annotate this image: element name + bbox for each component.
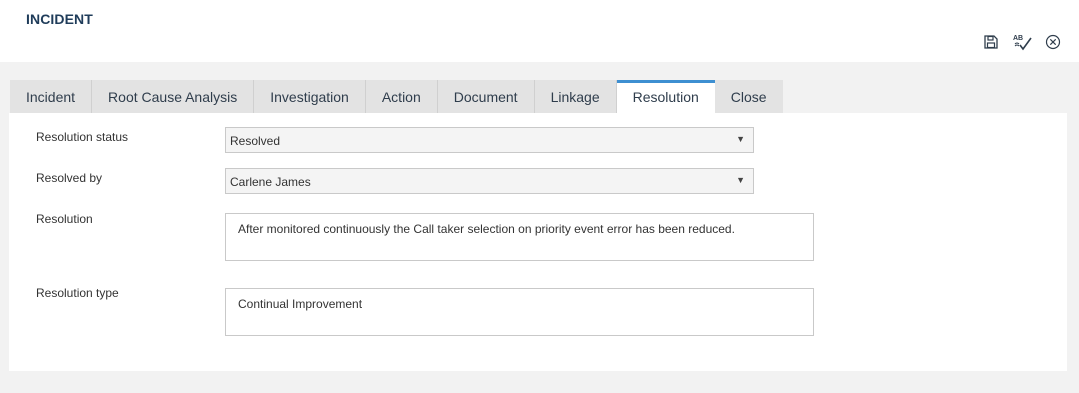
resolution-status-select[interactable]: Resolved ▼ [225, 127, 754, 153]
spellcheck-button[interactable]: AB [1012, 33, 1032, 51]
resolution-status-value: Resolved [230, 134, 281, 148]
resolution-form-panel: Resolution status Resolved ▼ Resolved by… [9, 113, 1067, 371]
page-title: INCIDENT [26, 11, 93, 27]
tab-resolution[interactable]: Resolution [616, 80, 715, 113]
svg-text:AB: AB [1013, 35, 1023, 42]
tab-action[interactable]: Action [365, 80, 438, 113]
resolved-by-select[interactable]: Carlene James ▼ [225, 168, 754, 194]
tab-label: Investigation [270, 88, 349, 105]
tab-document[interactable]: Document [437, 80, 535, 113]
tab-label: Resolution [632, 88, 699, 105]
resolved-by-label: Resolved by [36, 171, 103, 185]
tab-root-cause-analysis[interactable]: Root Cause Analysis [92, 80, 255, 113]
tab-label: Incident [26, 88, 76, 105]
spellcheck-icon: AB [1012, 33, 1032, 51]
dropdown-arrow-icon: ▼ [736, 175, 745, 185]
close-button[interactable] [1043, 33, 1063, 51]
toolbar: AB [981, 33, 1063, 51]
close-circle-icon [1045, 34, 1061, 50]
tab-label: Linkage [550, 88, 600, 105]
resolution-label: Resolution [36, 212, 93, 226]
dropdown-arrow-icon: ▼ [736, 134, 745, 144]
tab-label: Root Cause Analysis [108, 88, 238, 105]
tab-close[interactable]: Close [714, 80, 783, 113]
tab-label: Action [381, 88, 421, 105]
resolved-by-value: Carlene James [230, 175, 311, 189]
tab-investigation[interactable]: Investigation [254, 80, 366, 113]
tab-label: Document [453, 88, 518, 105]
resolution-status-label: Resolution status [36, 130, 129, 144]
header-bar: INCIDENT AB [0, 0, 1079, 62]
save-icon [983, 34, 999, 50]
resolution-type-field[interactable]: Continual Improvement [225, 288, 814, 336]
tab-linkage[interactable]: Linkage [534, 80, 617, 113]
resolution-textarea[interactable]: After monitored continuously the Call ta… [225, 213, 814, 261]
tab-bar: Incident Root Cause Analysis Investigati… [10, 80, 783, 113]
tab-incident[interactable]: Incident [10, 80, 93, 113]
tab-label: Close [730, 88, 767, 105]
resolution-type-label: Resolution type [36, 286, 119, 300]
save-button[interactable] [981, 33, 1001, 51]
